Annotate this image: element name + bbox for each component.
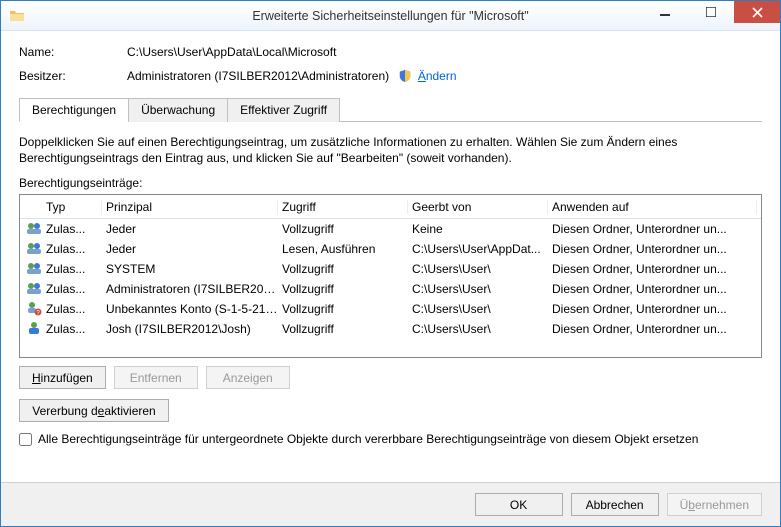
col-applies[interactable]: Anwenden auf — [548, 200, 757, 214]
cell-type: Zulas... — [42, 322, 102, 336]
cell-inherited: Keine — [408, 222, 548, 236]
table-row[interactable]: Zulas...JederLesen, AusführenC:\Users\Us… — [20, 239, 761, 259]
close-button[interactable] — [734, 1, 780, 23]
cell-inherited: C:\Users\User\ — [408, 262, 548, 276]
tab-effective-access[interactable]: Effektiver Zugriff — [227, 98, 340, 122]
tab-permissions[interactable]: Berechtigungen — [19, 98, 129, 122]
cell-inherited: C:\Users\User\AppDat... — [408, 242, 548, 256]
cell-inherited: C:\Users\User\ — [408, 302, 548, 316]
titlebar: Erweiterte Sicherheitseinstellungen für … — [1, 1, 780, 31]
disable-inheritance-button[interactable]: Vererbung deaktivieren — [19, 399, 169, 422]
cell-type: Zulas... — [42, 302, 102, 316]
tab-strip: Berechtigungen Überwachung Effektiver Zu… — [19, 97, 762, 122]
table-row[interactable]: Zulas...SYSTEMVollzugriffC:\Users\User\D… — [20, 259, 761, 279]
table-row[interactable]: Zulas...Josh (I7SILBER2012\Josh)Vollzugr… — [20, 319, 761, 339]
cell-type: Zulas... — [42, 222, 102, 236]
add-button[interactable]: Hinzufügen — [19, 366, 106, 389]
cell-principal: Administratoren (I7SILBER201... — [102, 282, 278, 296]
owner-label: Besitzer: — [19, 69, 127, 83]
dialog-footer: OK Abbrechen Übernehmen — [1, 482, 780, 526]
cell-access: Vollzugriff — [278, 322, 408, 336]
remove-button: Entfernen — [114, 366, 198, 389]
minimize-button[interactable] — [642, 1, 688, 23]
owner-value: Administratoren (I7SILBER2012\Administra… — [127, 69, 762, 83]
name-label: Name: — [19, 45, 127, 59]
folder-icon — [9, 8, 25, 24]
cell-access: Vollzugriff — [278, 282, 408, 296]
col-inherited[interactable]: Geerbt von — [408, 200, 548, 214]
cell-type: Zulas... — [42, 262, 102, 276]
window-controls — [642, 1, 780, 23]
cell-access: Lesen, Ausführen — [278, 242, 408, 256]
maximize-button[interactable] — [688, 1, 734, 23]
apply-button: Übernehmen — [667, 493, 762, 516]
table-row[interactable]: Zulas...JederVollzugriffKeineDiesen Ordn… — [20, 219, 761, 239]
cell-type: Zulas... — [42, 242, 102, 256]
principal-icon — [20, 240, 42, 259]
replace-child-entries-checkbox[interactable] — [19, 433, 32, 446]
col-access[interactable]: Zugriff — [278, 200, 408, 214]
principal-icon — [20, 280, 42, 299]
cell-principal: Josh (I7SILBER2012\Josh) — [102, 322, 278, 336]
cancel-button[interactable]: Abbrechen — [571, 493, 659, 516]
principal-icon — [20, 260, 42, 279]
tab-auditing[interactable]: Überwachung — [128, 98, 228, 122]
window-frame: Erweiterte Sicherheitseinstellungen für … — [0, 0, 781, 527]
list-header: Typ Prinzipal Zugriff Geerbt von Anwende… — [20, 195, 761, 219]
content-area: Name: C:\Users\User\AppData\Local\Micros… — [1, 31, 780, 482]
table-row[interactable]: ?Zulas...Unbekanntes Konto (S-1-5-21-...… — [20, 299, 761, 319]
replace-child-entries-label: Alle Berechtigungseinträge für untergeor… — [38, 432, 698, 446]
principal-icon — [20, 220, 42, 239]
col-principal[interactable]: Prinzipal — [102, 200, 278, 214]
table-row[interactable]: Zulas...Administratoren (I7SILBER201...V… — [20, 279, 761, 299]
cell-principal: Jeder — [102, 222, 278, 236]
change-owner-link[interactable]: Ändern — [418, 69, 457, 83]
cell-applies: Diesen Ordner, Unterordner un... — [548, 222, 757, 236]
col-type[interactable]: Typ — [42, 200, 102, 214]
description-text: Doppelklicken Sie auf einen Berechtigung… — [19, 134, 762, 166]
cell-access: Vollzugriff — [278, 222, 408, 236]
principal-icon — [20, 320, 42, 339]
cell-applies: Diesen Ordner, Unterordner un... — [548, 302, 757, 316]
ok-button[interactable]: OK — [475, 493, 563, 516]
permission-entries-list[interactable]: Typ Prinzipal Zugriff Geerbt von Anwende… — [19, 194, 762, 358]
cell-inherited: C:\Users\User\ — [408, 322, 548, 336]
shield-icon — [398, 69, 412, 83]
cell-applies: Diesen Ordner, Unterordner un... — [548, 282, 757, 296]
cell-principal: SYSTEM — [102, 262, 278, 276]
cell-principal: Jeder — [102, 242, 278, 256]
entries-label: Berechtigungseinträge: — [19, 176, 762, 190]
cell-applies: Diesen Ordner, Unterordner un... — [548, 322, 757, 336]
principal-icon: ? — [20, 300, 42, 319]
cell-access: Vollzugriff — [278, 302, 408, 316]
cell-inherited: C:\Users\User\ — [408, 282, 548, 296]
cell-applies: Diesen Ordner, Unterordner un... — [548, 262, 757, 276]
cell-principal: Unbekanntes Konto (S-1-5-21-... — [102, 302, 278, 316]
view-button: Anzeigen — [206, 366, 290, 389]
cell-applies: Diesen Ordner, Unterordner un... — [548, 242, 757, 256]
cell-access: Vollzugriff — [278, 262, 408, 276]
name-value: C:\Users\User\AppData\Local\Microsoft — [127, 45, 762, 59]
owner-text: Administratoren (I7SILBER2012\Administra… — [127, 69, 389, 83]
cell-type: Zulas... — [42, 282, 102, 296]
